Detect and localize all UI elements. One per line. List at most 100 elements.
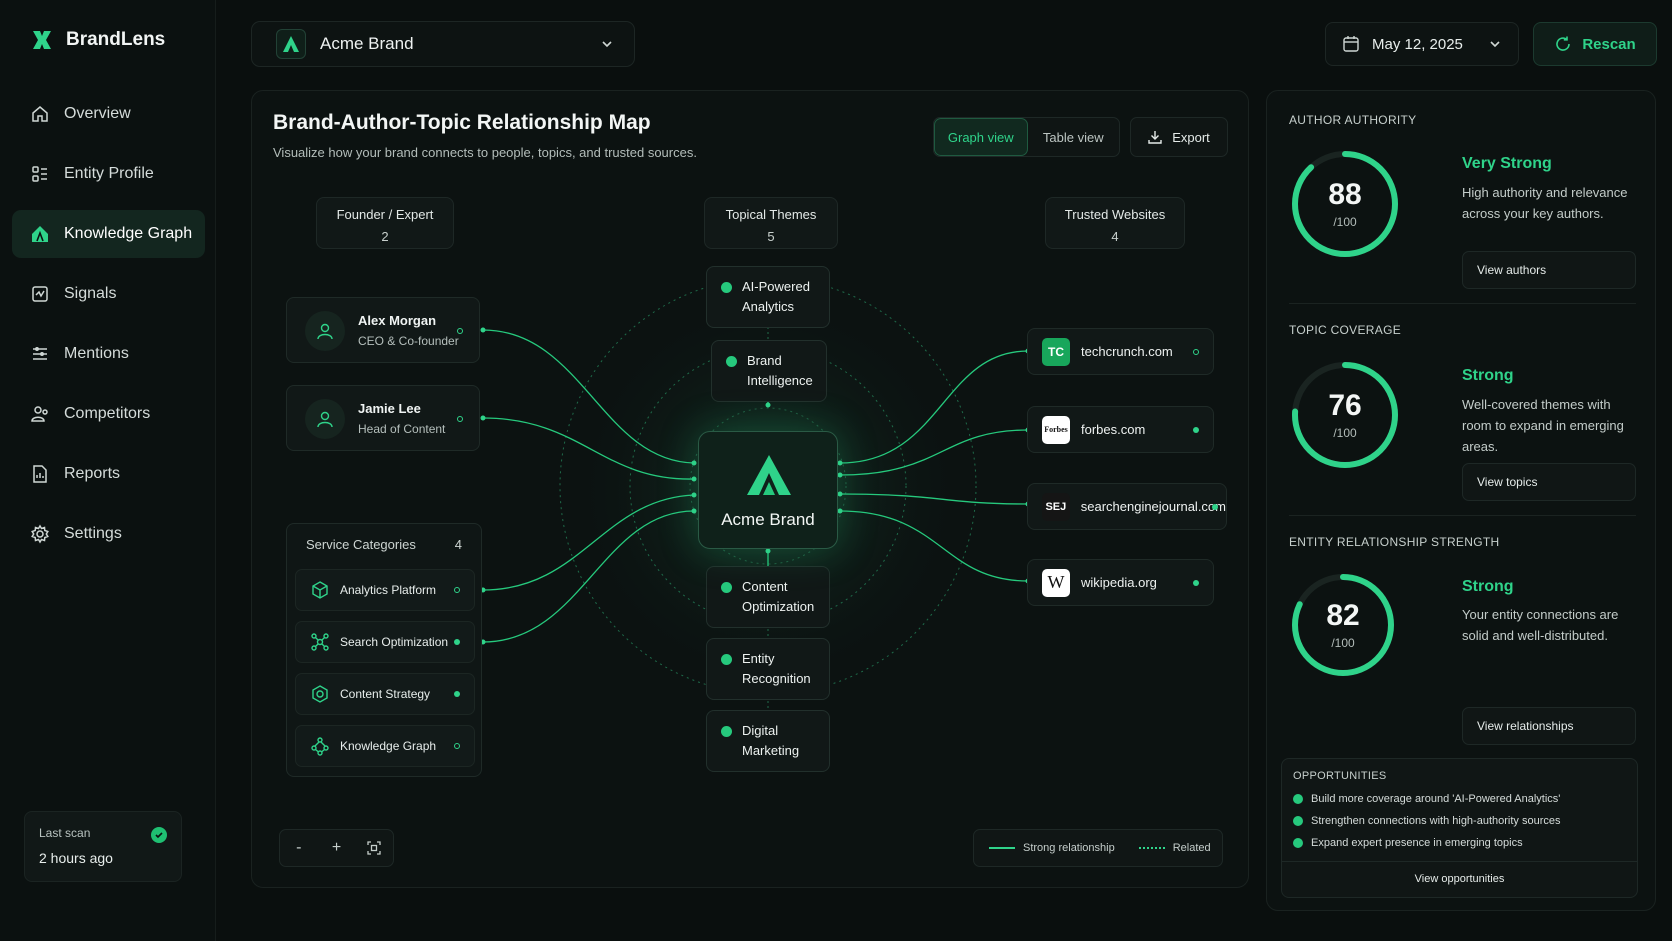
sidebar-item-knowledge-graph[interactable]: Knowledge Graph — [12, 210, 205, 258]
last-scan-label: Last scan — [39, 826, 91, 840]
sidebar-nav: Overview Entity Profile Knowledge Graph … — [12, 90, 205, 570]
sidebar-item-label: Signals — [64, 285, 117, 302]
author-rating: Very Strong — [1462, 155, 1552, 172]
site-name: searchenginejournal.com — [1080, 499, 1226, 514]
site-node[interactable]: SEJ searchenginejournal.com — [1027, 483, 1227, 530]
service-label: Analytics Platform — [340, 583, 437, 597]
strong-line-swatch — [989, 847, 1015, 849]
topic-node[interactable]: Brand Intelligence — [711, 340, 827, 402]
topic-label-line2: Marketing — [742, 743, 800, 758]
column-count: 5 — [767, 229, 775, 244]
sidebar-item-settings[interactable]: Settings — [12, 510, 205, 558]
view-relationships-button[interactable]: View relationships — [1462, 707, 1636, 745]
sidebar-item-entity-profile[interactable]: Entity Profile — [12, 150, 205, 198]
brand-select[interactable]: Acme Brand — [251, 21, 635, 67]
status-dot — [457, 328, 463, 334]
app-logo[interactable]: BrandLens — [30, 28, 165, 52]
topic-node[interactable]: Digital Marketing — [706, 710, 830, 772]
topic-label-line1: AI-Powered — [742, 279, 810, 294]
rescan-button[interactable]: Rescan — [1533, 22, 1657, 66]
signal-icon — [32, 286, 48, 302]
topic-description: Well-covered themes with room to expand … — [1462, 397, 1624, 454]
minus-icon: - — [296, 839, 302, 856]
topic-score: 76 — [1328, 389, 1362, 422]
opportunity-item: Strengthen connections with high-authori… — [1293, 815, 1560, 827]
topic-dot — [721, 282, 732, 293]
graph-icon — [32, 226, 48, 242]
date-picker[interactable]: May 12, 2025 — [1325, 22, 1519, 66]
sidebar-item-overview[interactable]: Overview — [12, 90, 205, 138]
service-item[interactable]: Content Strategy — [295, 673, 475, 715]
topic-label-line1: Brand — [747, 353, 782, 368]
sidebar-item-label: Reports — [64, 465, 121, 482]
relationship-map-panel: Brand-Author-Topic Relationship Map Visu… — [251, 90, 1249, 888]
sidebar-item-reports[interactable]: Reports — [12, 450, 205, 498]
status-dot — [457, 416, 463, 422]
topic-dot — [721, 726, 732, 737]
brand-logo-icon — [276, 29, 306, 59]
zoom-out-button[interactable]: - — [280, 830, 318, 866]
topic-dot — [721, 582, 732, 593]
strategy-icon — [312, 685, 328, 703]
sej-logo-icon: SEJ — [1042, 492, 1070, 521]
zoom-controls: - + — [279, 829, 394, 867]
view-opportunities-button[interactable]: View opportunities — [1282, 861, 1637, 897]
entity-description: Your entity connections are solid and we… — [1462, 607, 1619, 643]
topic-node[interactable]: AI-Powered Analytics — [706, 266, 830, 328]
sidebar-item-signals[interactable]: Signals — [12, 270, 205, 318]
site-node[interactable]: Forbes forbes.com — [1027, 406, 1214, 453]
sidebar: BrandLens Overview Entity Profile Knowle… — [0, 0, 216, 941]
author-score: 88 — [1328, 178, 1362, 211]
users-icon — [31, 406, 48, 422]
check-icon — [1293, 816, 1303, 826]
legend-related-label: Related — [1172, 842, 1211, 854]
brand-logo-icon — [747, 455, 791, 495]
topic-label-line1: Digital — [742, 723, 779, 738]
column-title: Founder / Expert — [336, 207, 434, 222]
person-node[interactable]: Alex Morgan CEO & Co-founder — [286, 297, 480, 363]
topic-label-line2: Analytics — [742, 299, 795, 314]
entity-icon — [32, 166, 47, 182]
opportunities-title: OPPORTUNITIES — [1293, 770, 1387, 782]
brand-center-node[interactable]: Acme Brand — [698, 431, 838, 549]
rescan-label: Rescan — [1582, 35, 1636, 53]
person-role: Head of Content — [358, 422, 446, 436]
sidebar-item-competitors[interactable]: Competitors — [12, 390, 205, 438]
related-line-swatch — [1138, 847, 1165, 849]
topic-dot — [726, 356, 737, 367]
topic-node[interactable]: Content Optimization — [706, 566, 830, 628]
service-item[interactable]: Analytics Platform — [295, 569, 475, 611]
calendar-icon — [1343, 36, 1359, 52]
person-node[interactable]: Jamie Lee Head of Content — [286, 385, 480, 451]
zoom-in-button[interactable]: + — [318, 830, 356, 866]
view-topics-button[interactable]: View topics — [1462, 463, 1636, 501]
topic-label-line1: Entity — [742, 651, 775, 666]
legend-strong-label: Strong relationship — [1023, 842, 1115, 854]
column-trusted-websites: Trusted Websites 4 — [1045, 197, 1185, 249]
site-name: forbes.com — [1081, 422, 1146, 437]
fit-view-button[interactable] — [355, 830, 393, 866]
site-node[interactable]: TC techcrunch.com — [1027, 328, 1214, 375]
opportunities-card: OPPORTUNITIES Build more coverage around… — [1281, 758, 1638, 898]
graph-legend: Strong relationship Related — [973, 829, 1223, 867]
status-dot — [1212, 504, 1218, 510]
opportunity-text: Strengthen connections with high-authori… — [1311, 815, 1561, 827]
techcrunch-logo-icon: TC — [1042, 337, 1070, 366]
user-icon — [305, 399, 345, 439]
sidebar-item-label: Settings — [64, 525, 122, 542]
view-authors-button[interactable]: View authors — [1462, 251, 1636, 289]
person-role: CEO & Co-founder — [358, 334, 459, 348]
site-node[interactable]: W wikipedia.org — [1027, 559, 1214, 606]
topic-score-ring: 76 /100 — [1289, 359, 1401, 471]
app-name: BrandLens — [66, 29, 166, 50]
status-dot — [454, 587, 460, 593]
service-label: Knowledge Graph — [340, 739, 437, 753]
sidebar-item-mentions[interactable]: Mentions — [12, 330, 205, 378]
divider — [1289, 515, 1636, 516]
check-icon — [151, 827, 167, 843]
topic-node[interactable]: Entity Recognition — [706, 638, 830, 700]
service-item[interactable]: Search Optimization — [295, 621, 475, 663]
sidebar-item-label: Entity Profile — [64, 165, 154, 182]
service-item[interactable]: Knowledge Graph — [295, 725, 475, 767]
status-dot — [1193, 349, 1199, 355]
